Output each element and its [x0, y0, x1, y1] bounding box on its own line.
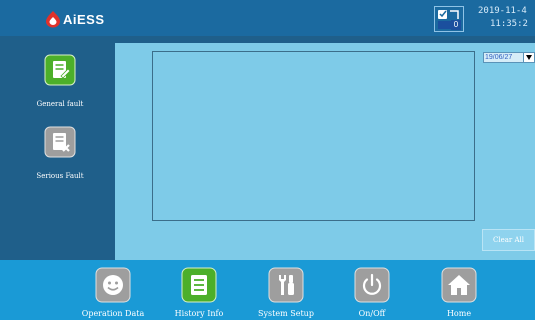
- sidebar: General fault Serious Fault: [0, 36, 115, 260]
- nav-item-system-setup[interactable]: System Setup: [241, 267, 331, 318]
- date-select[interactable]: 19/06/27: [483, 52, 535, 63]
- brand-name: AiESS: [63, 11, 105, 27]
- history-content-panel: 19/06/27 Clear All: [115, 43, 535, 260]
- nav-label: On/Off: [358, 309, 386, 318]
- time-text: 11:35:2: [490, 19, 528, 29]
- home-icon: [441, 267, 477, 303]
- power-icon: [354, 267, 390, 303]
- nav-label: Operation Data: [81, 309, 145, 318]
- date-text: 2019-11-4: [478, 6, 527, 16]
- nav-item-history-info[interactable]: History Info: [154, 267, 244, 318]
- datetime-display: 2019-11-4 11:35:2: [478, 5, 535, 31]
- nav-label: History Info: [174, 309, 224, 318]
- message-indicator[interactable]: 0: [434, 6, 464, 32]
- date-select-value: 19/06/27: [485, 54, 513, 61]
- sidebar-item-label: Serious Fault: [36, 172, 84, 180]
- nav-label: Home: [446, 309, 472, 318]
- sidebar-item-general-fault[interactable]: General fault: [28, 54, 92, 108]
- nav-item-home[interactable]: Home: [414, 267, 504, 318]
- tools-icon: [268, 267, 304, 303]
- flame-logo-icon: [46, 11, 60, 28]
- clear-all-button[interactable]: Clear All: [482, 229, 535, 251]
- message-count-badge: 0: [451, 20, 461, 30]
- top-bar: AiESS 0 2019-11-4 11:35:2: [0, 0, 535, 36]
- brand-logo: AiESS: [44, 10, 124, 28]
- note-delete-icon: [44, 126, 76, 158]
- list-icon: [181, 267, 217, 303]
- bottom-nav: Operation Data History Info System Setup…: [0, 260, 535, 320]
- note-edit-icon: [44, 54, 76, 86]
- nav-item-on-off[interactable]: On/Off: [327, 267, 417, 318]
- sidebar-item-serious-fault[interactable]: Serious Fault: [28, 126, 92, 180]
- chevron-down-icon[interactable]: [523, 53, 534, 62]
- sidebar-item-label: General fault: [36, 100, 84, 108]
- smiley-icon: [95, 267, 131, 303]
- nav-label: System Setup: [258, 309, 314, 318]
- fault-record-list[interactable]: [152, 51, 475, 221]
- nav-item-operation-data[interactable]: Operation Data: [68, 267, 158, 318]
